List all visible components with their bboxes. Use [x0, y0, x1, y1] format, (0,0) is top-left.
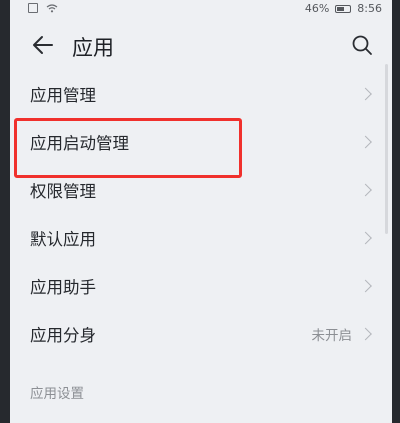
battery-icon: [335, 4, 352, 13]
search-icon[interactable]: [350, 33, 374, 57]
status-left: [28, 3, 58, 13]
chevron-right-icon: [359, 87, 372, 101]
list-item-app-assistant[interactable]: 应用助手: [10, 262, 392, 310]
list-item-permission-management[interactable]: 权限管理: [10, 166, 392, 214]
page-title: 应用: [72, 36, 114, 60]
back-arrow-icon[interactable]: [30, 32, 56, 58]
list-item-app-management[interactable]: 应用管理: [10, 70, 392, 118]
list-item-label: 权限管理: [30, 182, 96, 201]
app-twin-status: 未开启: [311, 328, 353, 344]
list-item-label: 应用助手: [30, 278, 96, 297]
list-item-label: 应用启动管理: [30, 134, 129, 153]
wifi-icon: [46, 4, 58, 13]
phone-screen: 46% 8:56 应用 应用管理 应用启动管理 权限管理 默认应用 应用助手 应…: [10, 0, 392, 423]
app-bar: 应用: [10, 22, 392, 68]
status-right: 46% 8:56: [305, 2, 382, 15]
chevron-right-icon: [359, 135, 372, 149]
section-header-app-settings: 应用设置: [30, 386, 84, 402]
settings-list: 应用管理 应用启动管理 权限管理 默认应用 应用助手 应用分身 未开启 应用设置: [10, 70, 392, 406]
chevron-right-icon: [359, 279, 372, 293]
list-item-label: 应用管理: [30, 86, 96, 105]
status-time: 8:56: [357, 2, 382, 15]
sim-card-icon: [28, 3, 38, 13]
list-item-label: 默认应用: [30, 230, 96, 249]
list-item-app-launch-management[interactable]: 应用启动管理: [10, 118, 392, 166]
chevron-right-icon: [359, 231, 372, 245]
list-item-label: 应用分身: [30, 326, 96, 345]
status-bar: 46% 8:56: [10, 0, 392, 20]
chevron-right-icon: [359, 183, 372, 197]
list-item-default-apps[interactable]: 默认应用: [10, 214, 392, 262]
chevron-right-icon: [359, 327, 372, 341]
list-item-app-twin[interactable]: 应用分身 未开启: [10, 310, 392, 358]
battery-percentage: 46%: [304, 2, 330, 15]
